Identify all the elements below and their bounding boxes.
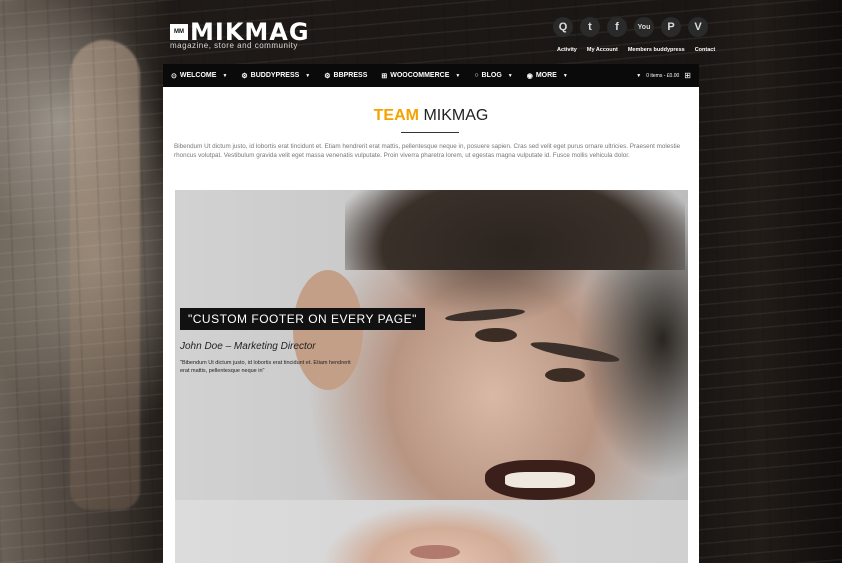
main-nav: ⊙ WELCOME ▼ ⚙ BUDDYPRESS ▼ ⚙ BBPRESS ⊞ W…	[163, 64, 699, 87]
nav-label: BUDDYPRESS	[250, 72, 300, 79]
social-links: Q t f You P V	[553, 17, 708, 37]
hero-photo-hair	[345, 190, 685, 270]
person-name: John Doe – Marketing Director	[180, 341, 316, 352]
eye-icon: ◉	[526, 72, 533, 80]
hero-photo-eye	[545, 368, 585, 382]
top-links: Activity My Account Members buddypress C…	[557, 47, 715, 53]
hero-banner: "CUSTOM FOOTER ON EVERY PAGE"	[180, 308, 425, 330]
page-title: TEAM MIKMAG	[163, 107, 699, 125]
toplink-my-account[interactable]: My Account	[587, 47, 618, 53]
nav-label: MORE	[535, 72, 557, 79]
cart-icon: ⊞	[684, 71, 691, 80]
speech-bubble-icon: ○	[474, 72, 479, 79]
facebook-icon[interactable]: f	[607, 17, 627, 37]
nav-item-woocommerce[interactable]: ⊞ WOOCOMMERCE ▼	[381, 72, 460, 80]
buddypress-icon: ⚙	[241, 72, 248, 80]
chevron-down-icon: ▼	[455, 72, 461, 79]
nav-item-blog[interactable]: ○ BLOG ▼	[474, 72, 512, 79]
nav-item-buddypress[interactable]: ⚙ BUDDYPRESS ▼	[241, 72, 310, 80]
logo-badge: MM	[170, 24, 188, 40]
chevron-down-icon: ▼	[305, 72, 311, 79]
logo-text: MIKMAG	[190, 18, 310, 46]
toplink-members[interactable]: Members buddypress	[628, 47, 685, 53]
title-divider	[401, 132, 459, 133]
content-panel: TEAM MIKMAG Bibendum Ut dictum justo, id…	[163, 87, 699, 563]
person-quote: "Bibendum Ut dictum justo, id lobortis e…	[180, 360, 351, 374]
nav-item-welcome[interactable]: ⊙ WELCOME ▼	[171, 72, 227, 80]
hero-image: "CUSTOM FOOTER ON EVERY PAGE" John Doe –…	[175, 190, 688, 563]
cart-summary: 0 items - £0.00	[646, 72, 680, 79]
search-icon[interactable]: Q	[553, 17, 573, 37]
twitter-icon[interactable]: t	[580, 17, 600, 37]
title-rest: MIKMAG	[423, 107, 489, 124]
nav-item-more[interactable]: ◉ MORE ▼	[527, 72, 568, 80]
mini-cart[interactable]: ▼ 0 items - £0.00 ⊞	[636, 64, 691, 87]
bbpress-icon: ⚙	[324, 72, 331, 80]
nav-label: WELCOME	[179, 72, 217, 79]
toplink-activity[interactable]: Activity	[557, 47, 577, 53]
hero-photo-teeth	[505, 472, 575, 488]
hero-photo-eye	[475, 328, 517, 342]
vimeo-icon[interactable]: V	[688, 17, 708, 37]
nav-label: BLOG	[481, 72, 502, 79]
chevron-down-icon: ▼	[507, 72, 513, 79]
title-accent: TEAM	[373, 107, 419, 124]
welcome-icon: ⊙	[171, 72, 177, 80]
chevron-down-icon: ▼	[222, 72, 228, 79]
site-tagline: magazine, store and community	[170, 41, 298, 50]
intro-text: Bibendum Ut dictum justo, id lobortis er…	[174, 143, 681, 159]
youtube-icon[interactable]: You	[634, 17, 654, 37]
toplink-contact[interactable]: Contact	[695, 47, 715, 53]
site-logo[interactable]: MM MIKMAG	[170, 18, 310, 46]
nav-item-bbpress[interactable]: ⚙ BBPRESS	[324, 72, 367, 80]
cart-icon: ⊞	[381, 72, 388, 80]
pinterest-icon[interactable]: P	[661, 17, 681, 37]
chevron-down-icon: ▼	[562, 72, 568, 79]
nav-label: BBPRESS	[333, 72, 368, 79]
hero-photo-lips	[410, 545, 460, 559]
chevron-down-icon: ▼	[636, 72, 642, 79]
nav-label: WOOCOMMERCE	[390, 72, 450, 79]
